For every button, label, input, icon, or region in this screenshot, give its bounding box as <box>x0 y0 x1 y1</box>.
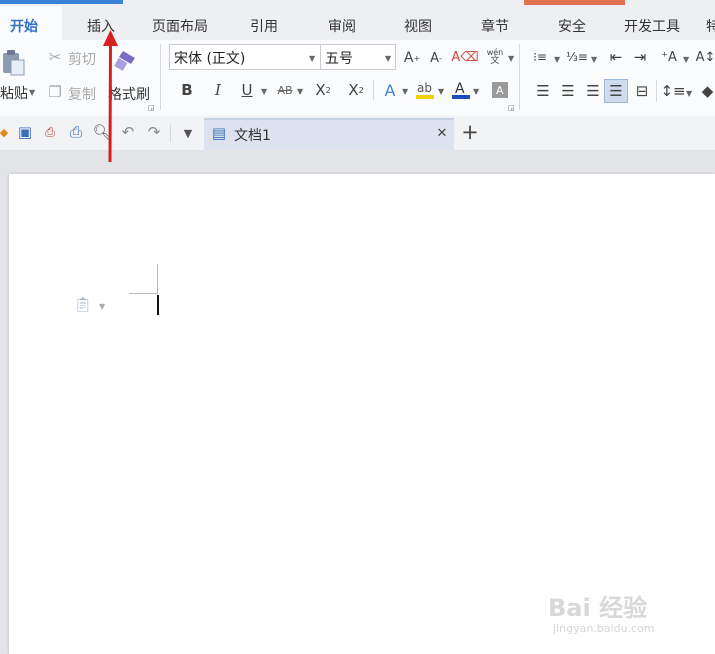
phonetic-guide-icon[interactable]: wén 文 <box>485 46 505 68</box>
tab-special[interactable]: 特 <box>706 16 715 36</box>
align-right-icon[interactable]: ☰ <box>583 82 603 100</box>
increase-indent-icon[interactable]: ⇥ <box>630 48 650 66</box>
line-spacing-dropdown-icon[interactable]: ▼ <box>686 89 692 98</box>
export-pdf-icon[interactable]: ⎙ <box>40 123 60 141</box>
highlight-icon[interactable]: ab <box>414 78 436 102</box>
decrease-indent-icon[interactable]: ⇤ <box>606 48 626 66</box>
highlight-dropdown-icon[interactable]: ▼ <box>438 87 444 96</box>
document-page[interactable] <box>9 174 715 654</box>
accent-strip-blue <box>0 0 123 4</box>
new-tab-icon[interactable]: + <box>459 120 481 144</box>
svg-text:A: A <box>496 84 504 97</box>
underline-dropdown-icon[interactable]: ▼ <box>261 87 267 96</box>
clear-format-icon[interactable]: A⌫ <box>451 47 478 67</box>
numbered-list-dropdown-icon[interactable]: ▼ <box>591 55 597 64</box>
svg-text:A: A <box>455 81 465 97</box>
document-file-icon: ▤ <box>211 124 227 142</box>
strikethrough-icon[interactable]: AB <box>274 80 296 100</box>
save-icon[interactable]: ▣ <box>16 123 34 141</box>
font-color-icon[interactable]: A <box>450 78 472 102</box>
tab-view[interactable]: 视图 <box>404 16 432 36</box>
margin-corner-mark <box>157 264 158 293</box>
strikethrough-dropdown-icon[interactable]: ▼ <box>297 87 303 96</box>
font-size-value: 五号 <box>325 51 353 67</box>
ribbon-separator <box>160 44 161 110</box>
annotation-arrow <box>103 30 118 163</box>
paste-dropdown-arrow[interactable]: ▼ <box>29 88 35 97</box>
underline-icon[interactable]: U <box>238 80 256 100</box>
font-separator <box>373 80 374 100</box>
phonetic-dropdown-icon[interactable]: ▼ <box>508 54 514 63</box>
paste-options-icon[interactable]: 📋︎ <box>74 296 92 314</box>
tab-developer[interactable]: 开发工具 <box>624 16 680 36</box>
font-color-dropdown-icon[interactable]: ▼ <box>473 87 479 96</box>
italic-icon[interactable]: I <box>209 80 227 100</box>
close-tab-icon[interactable]: ✕ <box>434 125 450 141</box>
align-center-icon[interactable]: ☰ <box>558 82 578 100</box>
line-spacing-icon[interactable]: ↕≡ <box>660 82 685 100</box>
shrink-font-icon[interactable]: A- <box>426 48 446 68</box>
tab-home[interactable]: 开始 <box>0 6 62 40</box>
watermark-logo: Bai 经验 <box>548 594 648 622</box>
watermark-url: jingyan.baidu.com <box>553 622 655 635</box>
tab-sections[interactable]: 章节 <box>481 16 509 36</box>
clipboard-launcher-icon[interactable]: ◲ <box>148 104 155 112</box>
sort-icon[interactable]: A↕ <box>696 46 715 68</box>
copy-button[interactable]: 复制 <box>68 84 96 104</box>
grow-font-icon[interactable]: A + <box>402 48 422 68</box>
svg-text:ab: ab <box>417 81 432 95</box>
numbered-list-icon[interactable]: ⅓≡ <box>566 48 588 66</box>
customize-toolbar-icon[interactable]: ▼ <box>180 125 196 141</box>
tab-security[interactable]: 安全 <box>558 16 586 36</box>
subscript-icon[interactable]: X2 <box>345 80 367 100</box>
qat-separator <box>170 124 171 142</box>
font-family-select[interactable]: 宋体 (正文) <box>169 44 321 70</box>
paste-icon[interactable] <box>0 48 26 78</box>
text-direction-dropdown-icon[interactable]: ▼ <box>683 55 689 64</box>
bullet-list-dropdown-icon[interactable]: ▼ <box>554 55 560 64</box>
paragraph-separator <box>656 80 657 102</box>
align-left-icon[interactable]: ☰ <box>533 82 553 100</box>
tab-page-layout[interactable]: 页面布局 <box>152 16 208 36</box>
cut-button[interactable]: 剪切 <box>68 49 96 69</box>
shading-fill-icon[interactable]: ◆ <box>700 80 715 102</box>
font-size-dropdown-icon[interactable]: ▼ <box>385 54 391 63</box>
paste-options-dropdown-icon[interactable]: ▼ <box>99 302 105 311</box>
document-tab-title: 文档1 <box>234 128 271 144</box>
paste-button[interactable]: 粘贴 <box>0 83 28 103</box>
copy-icon: ❐ <box>48 83 62 101</box>
bullet-list-icon[interactable]: ⁝≡ <box>531 48 549 66</box>
accent-strip-orange <box>524 0 625 5</box>
character-shading-icon[interactable]: A <box>490 80 510 100</box>
tab-home-label: 开始 <box>10 19 38 35</box>
superscript-icon[interactable]: X2 <box>312 80 334 100</box>
text-effect-icon[interactable]: A <box>380 79 400 101</box>
font-family-dropdown-icon[interactable]: ▼ <box>309 54 315 63</box>
margin-corner-mark-h <box>129 293 158 294</box>
print-icon[interactable]: ⎙ <box>66 123 86 141</box>
font-family-value: 宋体 (正文) <box>174 51 246 67</box>
bold-icon[interactable]: B <box>178 80 196 100</box>
redo-icon[interactable]: ↷ <box>145 123 163 141</box>
text-effect-dropdown-icon[interactable]: ▼ <box>402 87 408 96</box>
justify-icon[interactable]: ☰ <box>604 79 628 103</box>
scissors-icon: ✂ <box>48 48 62 66</box>
new-document-icon[interactable]: ◆ <box>0 124 8 140</box>
text-direction-icon[interactable]: ⁺A <box>658 48 680 66</box>
distributed-align-icon[interactable]: ⊟ <box>632 82 652 100</box>
tab-references[interactable]: 引用 <box>250 16 278 36</box>
text-cursor <box>157 295 159 315</box>
font-launcher-icon[interactable]: ◲ <box>508 104 515 112</box>
ribbon-separator-2 <box>519 44 520 110</box>
tab-review[interactable]: 审阅 <box>328 16 356 36</box>
